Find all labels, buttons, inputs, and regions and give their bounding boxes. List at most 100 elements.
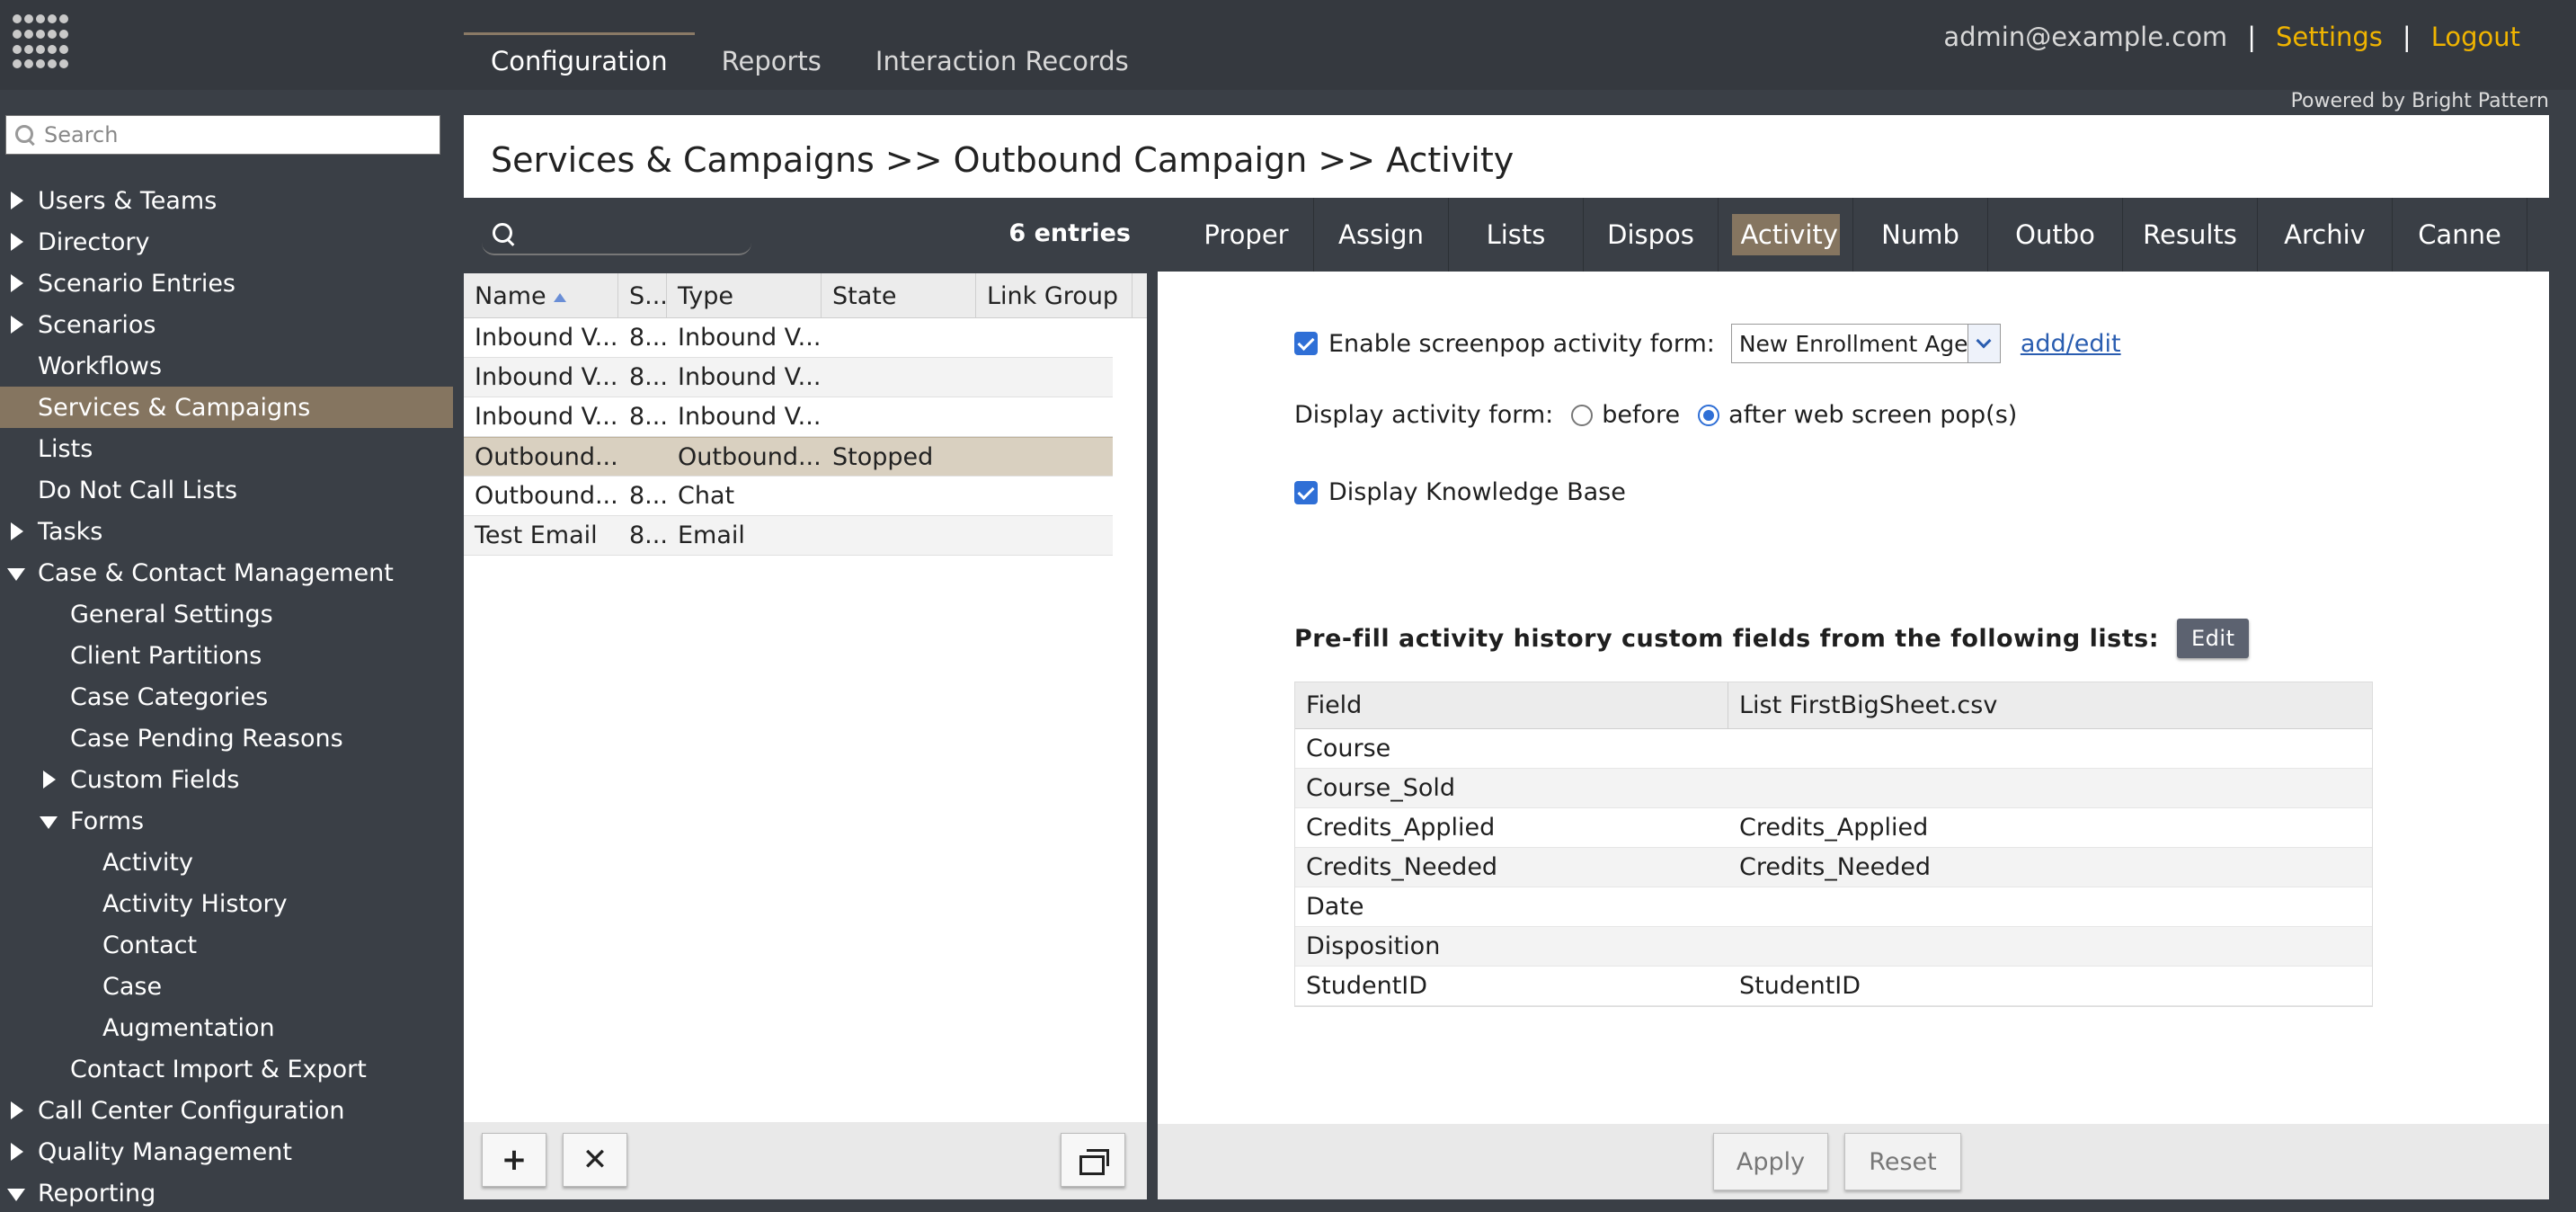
sidebar-item-case-categories[interactable]: Case Categories — [0, 676, 453, 717]
activity-form-select[interactable]: New Enrollment Agent — [1730, 324, 2001, 363]
search-icon — [15, 125, 35, 145]
sidebar-item-forms[interactable]: Forms — [0, 800, 453, 842]
tab-canne[interactable]: Canne — [2393, 198, 2527, 272]
sidebar-item-lists[interactable]: Lists — [0, 428, 453, 469]
sidebar-item-case-pending-reasons[interactable]: Case Pending Reasons — [0, 717, 453, 759]
table-row[interactable]: Disposition — [1295, 927, 2372, 967]
sidebar-item-reporting[interactable]: Reporting — [0, 1172, 453, 1212]
sidebar-item-users-teams[interactable]: Users & Teams — [0, 180, 453, 221]
expand-triangle-icon[interactable] — [5, 189, 29, 212]
enable-screenpop-checkbox[interactable] — [1294, 332, 1318, 355]
logout-link[interactable]: Logout — [2431, 22, 2520, 52]
table-row[interactable]: Inbound V... 8... Inbound V... — [464, 318, 1113, 358]
sidebar-item-call-center-configuration[interactable]: Call Center Configuration — [0, 1090, 453, 1131]
nav-tab-reports[interactable]: Reports — [695, 32, 848, 90]
nav-tab-interaction-records[interactable]: Interaction Records — [848, 32, 1156, 90]
edit-button[interactable]: Edit — [2177, 619, 2250, 658]
sidebar-item-contact-import-export[interactable]: Contact Import & Export — [0, 1048, 453, 1090]
app-launcher-icon[interactable] — [13, 14, 70, 72]
sidebar-item-scenarios[interactable]: Scenarios — [0, 304, 453, 345]
sidebar-item-workflows[interactable]: Workflows — [0, 345, 453, 387]
tab-archiv[interactable]: Archiv — [2258, 198, 2393, 272]
popout-button[interactable] — [1061, 1133, 1125, 1187]
radio-before[interactable] — [1571, 404, 1594, 426]
expand-triangle-icon[interactable] — [5, 1099, 29, 1122]
tab-outbo[interactable]: Outbo — [1988, 198, 2123, 272]
table-row[interactable]: Outbound... 8... Chat — [464, 477, 1113, 516]
table-row[interactable]: Outbound... Outbound... Stopped — [464, 437, 1113, 477]
table-row[interactable]: Course — [1295, 729, 2372, 769]
expand-triangle-icon[interactable] — [5, 313, 29, 336]
sidebar-search-input[interactable] — [44, 122, 422, 147]
nav-tab-configuration[interactable]: Configuration — [464, 32, 695, 90]
display-kb-checkbox[interactable] — [1294, 480, 1318, 504]
sidebar-item-case-contact-management[interactable]: Case & Contact Management — [0, 552, 453, 593]
collapse-triangle-icon[interactable] — [38, 809, 61, 833]
sidebar-item-scenario-entries[interactable]: Scenario Entries — [0, 263, 453, 304]
table-cell: Inbound V... — [678, 363, 822, 391]
tab-assign[interactable]: Assign — [1314, 198, 1449, 272]
detail-footer: Apply Reset — [1158, 1124, 2549, 1199]
tab-results[interactable]: Results — [2123, 198, 2258, 272]
add-button[interactable]: + — [482, 1133, 546, 1187]
expand-triangle-icon[interactable] — [38, 768, 61, 791]
dropdown-button[interactable] — [1967, 325, 2000, 362]
radio-after[interactable] — [1698, 404, 1720, 426]
tab-dispos[interactable]: Dispos — [1584, 198, 1719, 272]
panel-splitter[interactable] — [1147, 198, 1158, 1199]
chevron-down-icon — [1976, 333, 1992, 349]
table-cell: 8... — [629, 324, 667, 352]
sidebar-item-case[interactable]: Case — [0, 966, 453, 1007]
sidebar-item-contact[interactable]: Contact — [0, 924, 453, 966]
add-edit-link[interactable]: add/edit — [2021, 330, 2121, 358]
column-header-name[interactable]: Name — [464, 273, 618, 317]
radio-after-label: after web screen pop(s) — [1728, 401, 2018, 429]
list-search-field[interactable] — [482, 216, 751, 255]
table-row[interactable]: Inbound V... 8... Inbound V... — [464, 397, 1113, 437]
sidebar-item-general-settings[interactable]: General Settings — [0, 593, 453, 635]
sidebar-item-activity[interactable]: Activity — [0, 842, 453, 883]
tab-label: Lists — [1486, 219, 1546, 250]
expand-triangle-icon[interactable] — [5, 520, 29, 543]
sidebar-item-tasks[interactable]: Tasks — [0, 511, 453, 552]
list-mapping-cell: Credits_Needed — [1739, 853, 1932, 881]
expand-triangle-icon[interactable] — [5, 1140, 29, 1163]
column-header-type[interactable]: Type — [667, 273, 822, 317]
sidebar-item-label: Case & Contact Management — [38, 558, 394, 587]
sidebar-item-augmentation[interactable]: Augmentation — [0, 1007, 453, 1048]
column-header-link-group[interactable]: Link Group — [976, 273, 1133, 317]
expand-triangle-icon[interactable] — [5, 230, 29, 254]
collapse-triangle-icon[interactable] — [5, 561, 29, 584]
table-row[interactable]: Test Email 8... Email — [464, 516, 1113, 556]
delete-button[interactable]: ✕ — [563, 1133, 627, 1187]
table-row[interactable]: Date — [1295, 887, 2372, 927]
sidebar-item-activity-history[interactable]: Activity History — [0, 883, 453, 924]
tab-proper[interactable]: Proper — [1179, 198, 1314, 272]
collapse-triangle-icon[interactable] — [5, 1181, 29, 1205]
column-header-state[interactable]: State — [822, 273, 976, 317]
reset-button[interactable]: Reset — [1844, 1133, 1961, 1190]
sidebar-item-custom-fields[interactable]: Custom Fields — [0, 759, 453, 800]
table-row[interactable]: Course_Sold — [1295, 769, 2372, 808]
sidebar-item-client-partitions[interactable]: Client Partitions — [0, 635, 453, 676]
sidebar: Users & Teams Directory Scenario Entries Sc… — [0, 90, 453, 1212]
apply-button[interactable]: Apply — [1713, 1133, 1828, 1190]
settings-link[interactable]: Settings — [2276, 22, 2383, 52]
table-cell: Test Email — [475, 521, 598, 549]
table-cell: Inbound V... — [475, 403, 618, 431]
expand-triangle-icon[interactable] — [5, 272, 29, 295]
table-row[interactable]: Credits_Needed Credits_Needed — [1295, 848, 2372, 887]
sidebar-item-quality-management[interactable]: Quality Management — [0, 1131, 453, 1172]
tab-numb[interactable]: Numb — [1853, 198, 1988, 272]
sidebar-item-services-campaigns[interactable]: Services & Campaigns — [0, 387, 453, 428]
table-row[interactable]: Inbound V... 8... Inbound V... — [464, 358, 1113, 397]
table-row[interactable]: StudentID StudentID — [1295, 967, 2372, 1006]
tab-lists[interactable]: Lists — [1449, 198, 1584, 272]
tab-activity[interactable]: Activity — [1719, 198, 1853, 272]
field-cell: Credits_Needed — [1306, 853, 1498, 881]
table-row[interactable]: Credits_Applied Credits_Applied — [1295, 808, 2372, 848]
field-cell: Course — [1306, 735, 1391, 762]
sidebar-item-do-not-call-lists[interactable]: Do Not Call Lists — [0, 469, 453, 511]
column-header-s[interactable]: S... — [618, 273, 667, 317]
sidebar-item-directory[interactable]: Directory — [0, 221, 453, 263]
